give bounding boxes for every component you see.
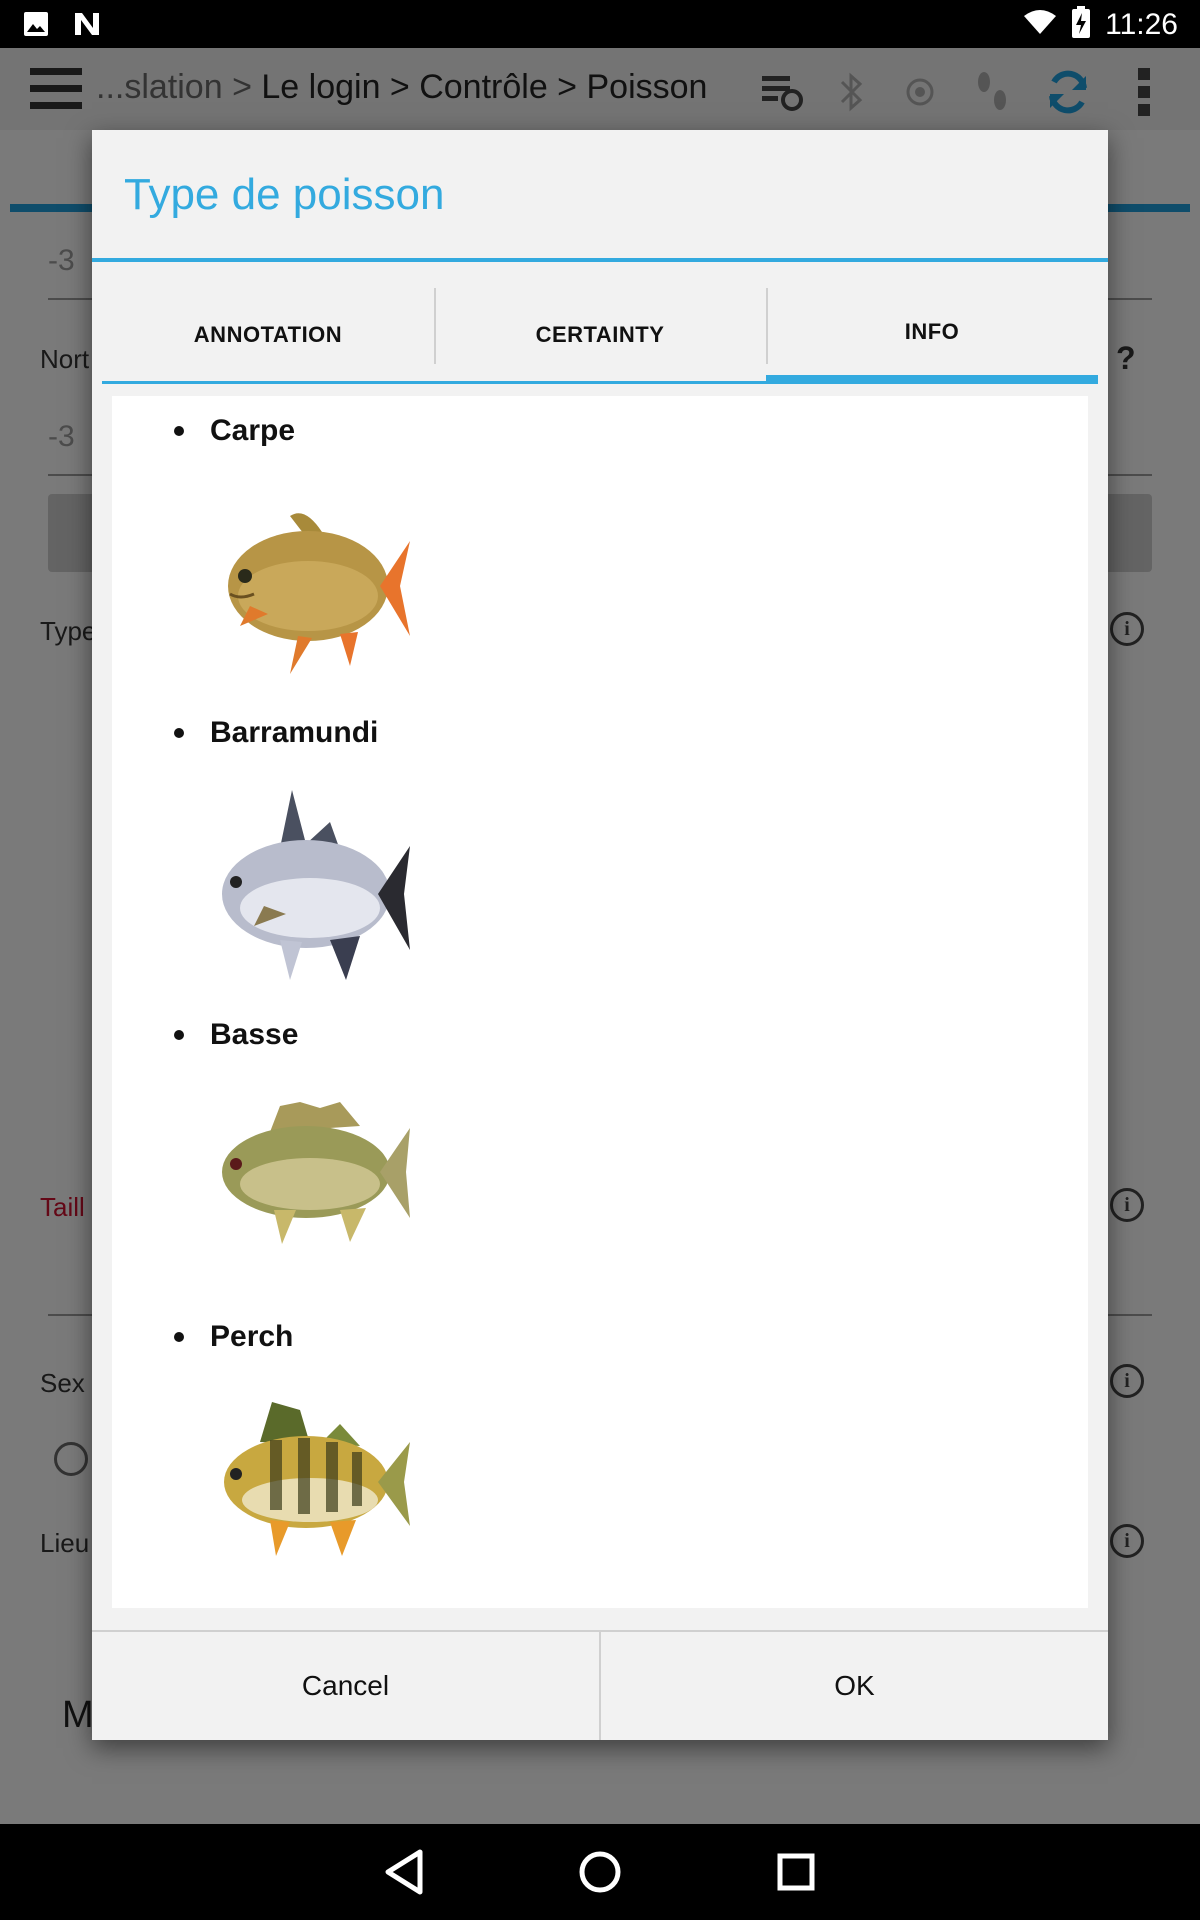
status-bar: 11:26 — [0, 0, 1200, 48]
tab-annotation[interactable]: ANNOTATION — [102, 288, 434, 384]
cancel-button[interactable]: Cancel — [92, 1632, 599, 1740]
battery-charging-icon — [1071, 6, 1091, 43]
bullet — [174, 728, 184, 738]
navigation-bar — [0, 1824, 1200, 1920]
fish-name: Perch — [210, 1320, 294, 1353]
barramundi-image — [210, 790, 410, 995]
bullet — [174, 426, 184, 436]
image-icon — [22, 10, 50, 43]
dialog-title: Type de poisson — [124, 170, 445, 219]
bullet — [174, 1332, 184, 1342]
home-icon[interactable] — [572, 1844, 628, 1900]
perch-image — [210, 1396, 410, 1571]
tab-certainty[interactable]: CERTAINTY — [434, 288, 766, 384]
clock: 11:26 — [1105, 7, 1178, 41]
tab-info[interactable]: INFO — [766, 288, 1098, 384]
n-logo-icon — [72, 10, 102, 43]
fish-name: Carpe — [210, 414, 296, 447]
recents-icon[interactable] — [768, 1844, 824, 1900]
back-icon[interactable] — [378, 1844, 434, 1900]
dialog-buttons: Cancel OK — [92, 1630, 1108, 1740]
fish-name: Basse — [210, 1018, 299, 1051]
title-divider — [92, 258, 1108, 262]
ok-button[interactable]: OK — [599, 1632, 1108, 1740]
wifi-icon — [1023, 8, 1057, 41]
info-content[interactable]: Carpe Barramundi Basse Perch — [112, 396, 1088, 1608]
carp-image — [210, 496, 410, 691]
bass-image — [210, 1092, 410, 1257]
fish-type-dialog: Type de poisson ANNOTATION CERTAINTY INF… — [92, 130, 1108, 1740]
fish-name: Barramundi — [210, 716, 379, 749]
tab-bar: ANNOTATION CERTAINTY INFO — [102, 288, 1098, 384]
bullet — [174, 1030, 184, 1040]
